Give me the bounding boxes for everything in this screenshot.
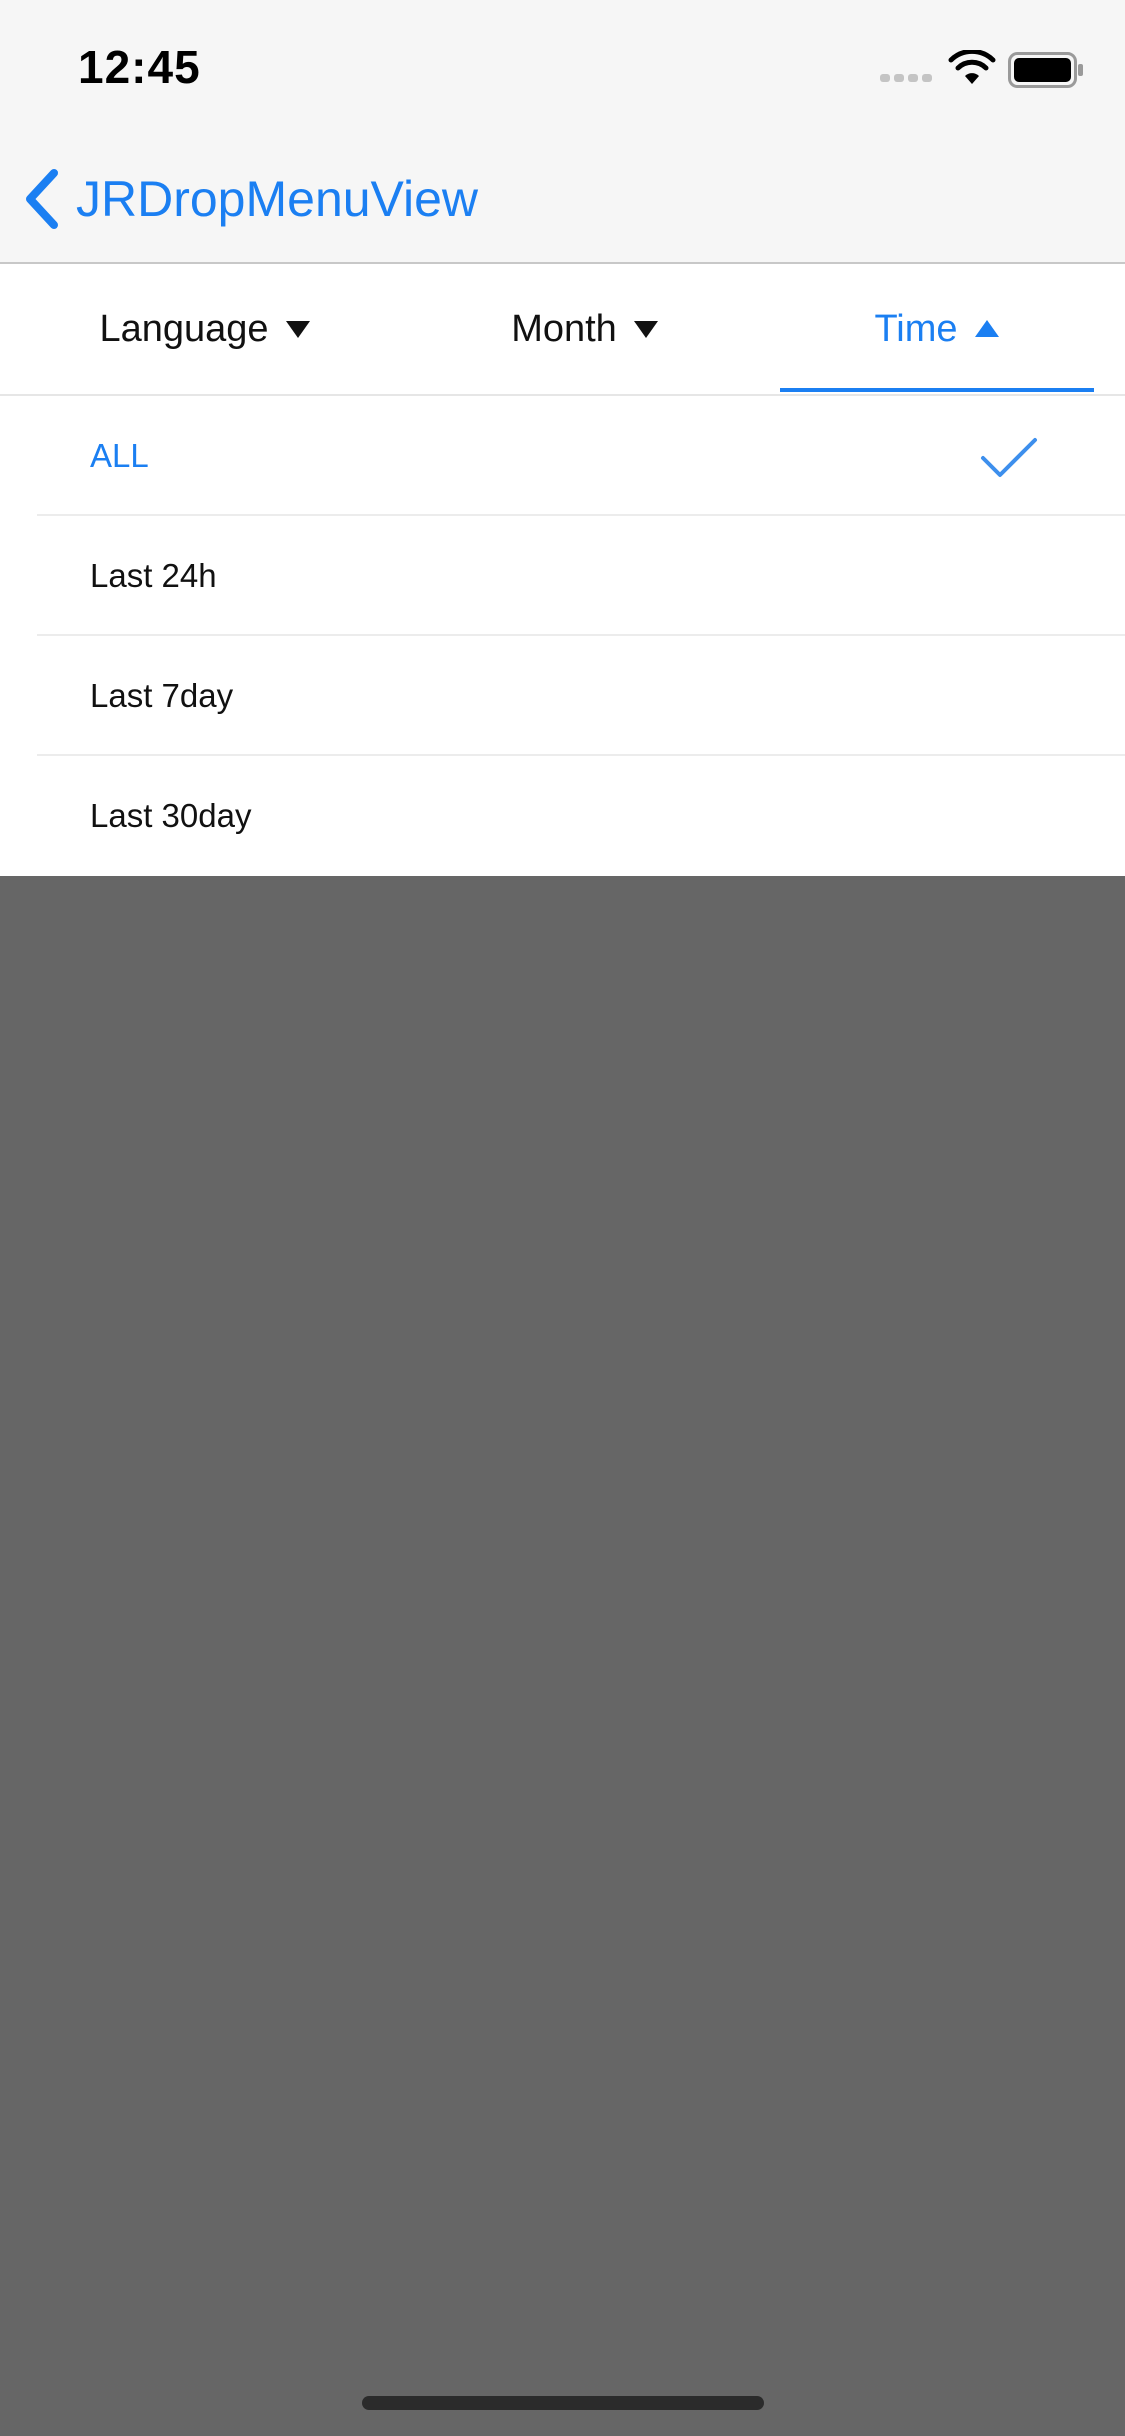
chevron-left-icon: [26, 169, 58, 229]
home-indicator: [362, 2396, 764, 2410]
battery-icon: [1008, 52, 1083, 88]
status-bar: 12:45: [0, 0, 1125, 132]
nav-title: JRDropMenuView: [76, 171, 479, 227]
tab-time-label: Time: [874, 307, 958, 350]
option-last-30day[interactable]: Last 30day: [0, 756, 1125, 876]
option-label: Last 7day: [90, 677, 234, 714]
option-label: ALL: [90, 437, 149, 474]
option-label: Last 30day: [90, 797, 252, 834]
caret-down-icon: [633, 321, 658, 338]
caret-down-icon: [285, 321, 310, 338]
navigation-bar: JRDropMenuView: [0, 132, 1125, 264]
time-dropdown-menu: ALL Last 24h Last 7day Last 30day: [0, 396, 1125, 876]
option-label: Last 24h: [90, 557, 217, 594]
caret-up-icon: [974, 320, 999, 337]
tab-month-label: Month: [511, 307, 617, 350]
option-last-24h[interactable]: Last 24h: [0, 516, 1125, 636]
dim-overlay[interactable]: [0, 876, 1125, 2436]
tab-language[interactable]: Language: [60, 264, 350, 394]
tab-month[interactable]: Month: [440, 264, 730, 394]
option-last-7day[interactable]: Last 7day: [0, 636, 1125, 756]
tab-time[interactable]: Time: [780, 264, 1094, 394]
wifi-icon: [948, 50, 996, 84]
filter-bar: Language Month Time: [0, 264, 1125, 396]
status-time: 12:45: [78, 41, 201, 93]
tab-language-label: Language: [99, 307, 269, 350]
active-tab-indicator: [780, 388, 1094, 392]
option-all[interactable]: ALL: [0, 396, 1125, 516]
checkmark-icon: [981, 438, 1037, 477]
signal-icon: [880, 74, 932, 82]
back-button[interactable]: JRDropMenuView: [22, 164, 478, 234]
